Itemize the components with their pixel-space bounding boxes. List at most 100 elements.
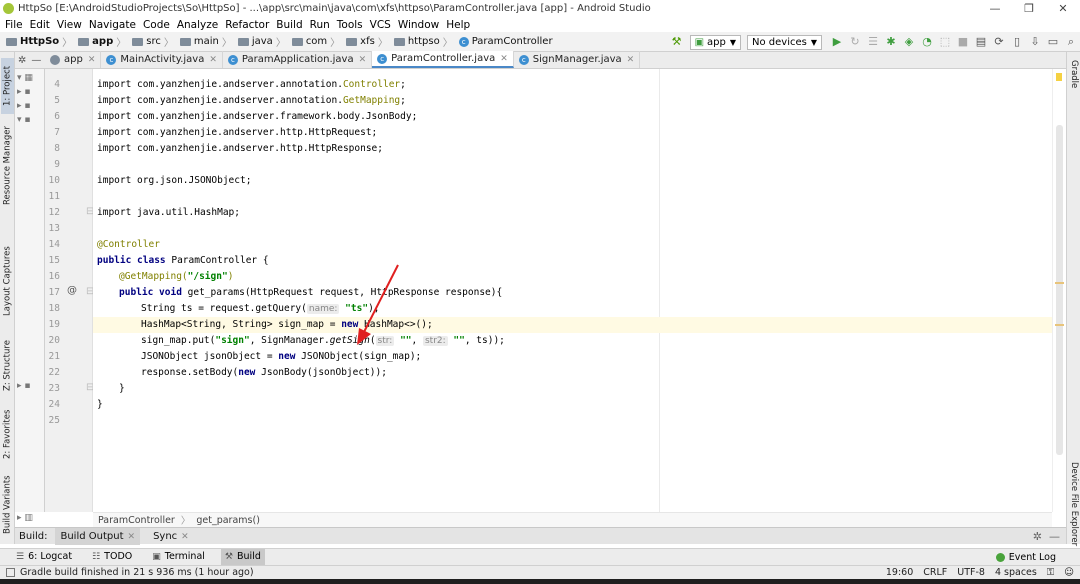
tree-row[interactable]: ▸ ▪	[17, 101, 30, 111]
tab-paramapplication[interactable]: c ParamApplication.java ✕	[223, 51, 373, 68]
nav-crumb-src[interactable]: src 〉	[126, 34, 174, 49]
hide-icon[interactable]: —	[31, 55, 41, 66]
menu-vcs[interactable]: VCS	[370, 19, 391, 31]
tree-row[interactable]: ▾ ▦	[17, 73, 33, 83]
tab-resource-manager[interactable]: Resource Manager	[1, 124, 14, 208]
scrollbar-thumb[interactable]	[1056, 125, 1063, 455]
editor-scrollbar[interactable]	[1052, 69, 1066, 512]
profile-icon[interactable]: ◔	[919, 35, 935, 49]
tree-row[interactable]: ▸ ▪	[17, 87, 30, 97]
menu-analyze[interactable]: Analyze	[177, 19, 218, 31]
hide-icon[interactable]: —	[1049, 530, 1060, 543]
apply-changes-icon[interactable]: ↻	[847, 35, 863, 49]
menu-refactor[interactable]: Refactor	[225, 19, 269, 31]
nav-crumb-httpso[interactable]: httpso 〉	[388, 34, 453, 49]
close-icon[interactable]: ✕	[209, 55, 217, 65]
menu-edit[interactable]: Edit	[30, 19, 50, 31]
nav-crumb-com[interactable]: com 〉	[286, 34, 340, 49]
tab-favorites[interactable]: 2: Favorites	[1, 406, 14, 462]
tab-signmanager[interactable]: c SignManager.java ✕	[514, 51, 641, 68]
menu-tools[interactable]: Tools	[337, 19, 363, 31]
apply-code-changes-icon[interactable]: ☰	[865, 35, 881, 49]
menu-view[interactable]: View	[57, 19, 82, 31]
close-icon[interactable]: ✕	[181, 532, 189, 542]
warning-marker[interactable]	[1055, 324, 1064, 326]
tab-gradle[interactable]: Gradle	[1067, 60, 1079, 88]
tree-row[interactable]: ▸ ▥	[17, 513, 33, 523]
tab-sync[interactable]: Sync ✕	[148, 528, 194, 545]
tab-structure[interactable]: Z: Structure	[1, 336, 14, 396]
line-separator[interactable]: CRLF	[923, 567, 947, 578]
tool-todo[interactable]: ☷ TODO	[88, 549, 136, 565]
attach-debugger-icon[interactable]: ⬚	[937, 35, 953, 49]
caret-position[interactable]: 19:60	[886, 567, 913, 578]
nav-crumb-main[interactable]: main 〉	[174, 34, 232, 49]
breadcrumb-method[interactable]: get_params()	[196, 515, 260, 526]
maximize-button[interactable]: ❐	[1012, 0, 1046, 17]
warning-marker[interactable]	[1055, 282, 1064, 284]
run-config-select[interactable]: ▣ app ▼	[689, 34, 741, 50]
sync-gradle-icon[interactable]: ⟳	[991, 35, 1007, 49]
nav-crumb-java[interactable]: java 〉	[232, 34, 286, 49]
nav-crumb-paramcontroller[interactable]: c ParamController	[453, 36, 553, 47]
lock-icon[interactable]: ⚿	[1047, 567, 1054, 578]
search-icon[interactable]: ⌕	[1063, 35, 1079, 49]
nav-crumb-xfs[interactable]: xfs 〉	[340, 34, 388, 49]
coverage-icon[interactable]: ◈	[901, 35, 917, 49]
close-icon[interactable]: ✕	[500, 54, 508, 64]
close-icon[interactable]: ✕	[88, 55, 96, 65]
event-log-button[interactable]: Event Log	[995, 552, 1056, 563]
gear-icon[interactable]: ✲	[1033, 530, 1042, 543]
nav-crumb-app[interactable]: app 〉	[72, 34, 126, 49]
breadcrumb-class[interactable]: ParamController	[98, 515, 175, 526]
menu-help[interactable]: Help	[446, 19, 470, 31]
layout-inspector-icon[interactable]: ▭	[1045, 35, 1061, 49]
line-number: 5	[54, 95, 60, 106]
tab-paramcontroller[interactable]: c ParamController.java ✕	[372, 51, 514, 68]
menu-build[interactable]: Build	[276, 19, 302, 31]
minimize-button[interactable]: —	[978, 0, 1012, 17]
close-button[interactable]: ✕	[1046, 0, 1080, 17]
folder-icon	[393, 37, 405, 46]
annotation-gutter-icon[interactable]: @	[67, 285, 77, 296]
close-icon[interactable]: ✕	[359, 55, 367, 65]
tab-device-file-explorer[interactable]: Device File Explorer	[1067, 462, 1079, 546]
tab-layout-captures[interactable]: Layout Captures	[1, 244, 14, 318]
tool-windows-toggle-icon[interactable]	[6, 568, 15, 577]
close-icon[interactable]: ✕	[627, 55, 635, 65]
tool-logcat[interactable]: ☰ 6: Logcat	[12, 549, 76, 565]
tab-app[interactable]: app ✕	[45, 51, 102, 68]
menu-file[interactable]: File	[5, 19, 23, 31]
file-encoding[interactable]: UTF-8	[957, 567, 985, 578]
tab-build-output[interactable]: Build Output ✕	[55, 527, 141, 545]
code-line: import com.yanzhenjie.andserver.framewor…	[97, 111, 418, 122]
gear-icon[interactable]: ✲	[18, 55, 26, 66]
device-select[interactable]: No devices ▼	[747, 34, 822, 50]
sdk-manager-icon[interactable]: ⇩	[1027, 35, 1043, 49]
tool-terminal[interactable]: ▣ Terminal	[148, 549, 209, 565]
tab-mainactivity[interactable]: c MainActivity.java ✕	[101, 51, 223, 68]
nav-crumb-project[interactable]: HttpSo 〉	[0, 34, 72, 49]
menu-window[interactable]: Window	[398, 19, 439, 31]
code-editor[interactable]: import com.yanzhenjie.andserver.annotati…	[93, 69, 1052, 512]
tab-project[interactable]: 1: Project	[1, 58, 14, 114]
status-message[interactable]: Gradle build finished in 21 s 936 ms (1 …	[20, 567, 254, 578]
stop-icon[interactable]: ■	[955, 35, 971, 49]
tab-build-variants[interactable]: Build Variants	[1, 476, 14, 535]
run-icon[interactable]: ▶	[829, 35, 845, 49]
menu-navigate[interactable]: Navigate	[89, 19, 136, 31]
menu-code[interactable]: Code	[143, 19, 170, 31]
indent-setting[interactable]: 4 spaces	[995, 567, 1037, 578]
avd-manager-icon[interactable]: ▯	[1009, 35, 1025, 49]
tree-row[interactable]: ▾ ▪	[17, 115, 30, 125]
make-project-icon[interactable]: ⚒	[672, 36, 684, 48]
project-tree: ▾ ▦ ▸ ▪ ▸ ▪ ▾ ▪ ▸ ▪ ▸ ▥	[15, 69, 45, 523]
close-icon[interactable]: ✕	[128, 532, 136, 542]
analysis-status-icon[interactable]	[1056, 73, 1062, 81]
tree-row[interactable]: ▸ ▪	[17, 381, 30, 391]
menu-run[interactable]: Run	[310, 19, 330, 31]
debug-icon[interactable]: ✱	[883, 35, 899, 49]
inspector-icon[interactable]: ☺	[1064, 567, 1074, 578]
project-structure-icon[interactable]: ▤	[973, 35, 989, 49]
tool-build[interactable]: ⚒ Build	[220, 549, 265, 565]
